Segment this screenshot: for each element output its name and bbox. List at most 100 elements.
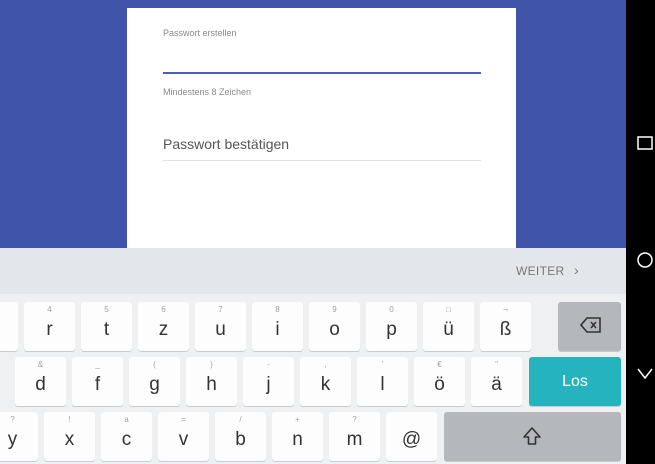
key-row1-4[interactable]: 7u — [195, 302, 246, 351]
key-hint: a — [124, 415, 129, 424]
key-hint: ? — [10, 415, 15, 424]
key-hint: & — [37, 360, 44, 369]
key-hint: 9 — [332, 305, 337, 314]
key-hint: ) — [210, 360, 213, 369]
key-row1-7[interactable]: 0p — [366, 302, 417, 351]
key-row2-2[interactable]: (g — [129, 357, 180, 406]
key-label: y — [7, 429, 18, 450]
key-label: ä — [491, 374, 502, 395]
key-label: x — [64, 429, 75, 450]
key-hint: = — [181, 415, 186, 424]
password-hint: Mindestens 8 Zeichen — [163, 87, 252, 97]
key-row2-1[interactable]: _ f — [72, 357, 123, 406]
key-label: k — [320, 374, 331, 395]
shift-icon — [523, 427, 541, 445]
key-hint: , — [324, 360, 327, 369]
key-label: o — [329, 319, 340, 340]
key-row2-3[interactable]: ) h — [186, 357, 237, 406]
home-icon[interactable] — [636, 251, 654, 269]
password-card: Passwort erstellen Mindestens 8 Zeichen … — [127, 8, 516, 248]
key-label: g — [149, 374, 160, 395]
key-label: ß — [499, 319, 512, 340]
key-label: i — [275, 319, 280, 340]
key-label: h — [206, 374, 217, 395]
key-label: d — [35, 374, 46, 395]
key-label: ö — [434, 374, 445, 395]
shift-key[interactable] — [444, 412, 621, 461]
key-hint: 8 — [275, 305, 280, 314]
backspace-icon — [580, 317, 601, 333]
keyboard: 3e4r5t6z7u8i9o0p□ü¬ß &d_f(g)h-j,k'l€ö"ä … — [0, 294, 626, 464]
enter-key[interactable]: Los — [529, 357, 621, 406]
key-hint: _ — [95, 360, 100, 369]
key-row1-8[interactable]: □ ü — [423, 302, 474, 351]
next-button[interactable]: WEITER — [516, 264, 564, 278]
key-hint: + — [295, 415, 300, 424]
key-label: n — [292, 429, 303, 450]
backspace-key[interactable] — [558, 302, 621, 351]
confirm-password-underline — [163, 160, 481, 161]
key-hint: 5 — [104, 305, 109, 314]
key-row3-6[interactable]: ? m — [329, 412, 380, 461]
key-hint: 4 — [47, 305, 52, 314]
key-row1-9[interactable]: ¬ ß — [480, 302, 531, 351]
key-hint: ! — [68, 415, 71, 424]
key-row1-6[interactable]: 9o — [309, 302, 360, 351]
key-row3-2[interactable]: ac — [101, 412, 152, 461]
create-password-input[interactable] — [163, 42, 481, 74]
key-hint: 6 — [161, 305, 166, 314]
key-hint: - — [267, 360, 270, 369]
key-row2-4[interactable]: -j — [243, 357, 294, 406]
key-hint: ¬ — [503, 305, 508, 314]
key-row3-4[interactable]: / b — [215, 412, 266, 461]
chevron-right-icon[interactable]: › — [574, 262, 579, 278]
key-row3-3[interactable]: = v — [158, 412, 209, 461]
recent-apps-icon[interactable] — [636, 134, 654, 152]
key-label: b — [235, 429, 246, 450]
key-row2-0[interactable]: & d — [15, 357, 66, 406]
key-label: l — [380, 374, 385, 395]
key-row3-5[interactable]: + n — [272, 412, 323, 461]
app-screen: Passwort erstellen Mindestens 8 Zeichen … — [0, 0, 626, 464]
key-label: m — [346, 429, 363, 450]
key-hint: € — [437, 360, 442, 369]
navigation-bar — [626, 0, 655, 464]
create-password-label: Passwort erstellen — [163, 28, 237, 38]
key-hint: / — [239, 415, 242, 424]
key-row2-6[interactable]: ' l — [357, 357, 408, 406]
key-hint: □ — [446, 305, 451, 314]
key-label: p — [386, 319, 397, 340]
key-label: t — [103, 319, 110, 340]
key-row1-3[interactable]: 6z — [138, 302, 189, 351]
key-row2-8[interactable]: " ä — [471, 357, 522, 406]
key-row3-0[interactable]: ? y — [0, 412, 38, 461]
key-hint: ? — [352, 415, 357, 424]
key-row2-5[interactable]: ,k — [300, 357, 351, 406]
key-label: f — [94, 374, 101, 395]
key-hint: 7 — [218, 305, 223, 314]
key-row1-0[interactable]: 3e — [0, 302, 18, 351]
suggestion-bar: WEITER › — [0, 248, 626, 294]
key-label: z — [158, 319, 169, 340]
key-hint: 3 — [0, 305, 18, 314]
key-label: r — [46, 319, 53, 340]
confirm-password-input[interactable]: Passwort bestätigen — [163, 136, 289, 152]
key-row3-7[interactable]: @ — [386, 412, 437, 461]
key-label: u — [215, 319, 226, 340]
key-hint: ' — [381, 360, 384, 369]
key-label: j — [266, 374, 271, 395]
key-hint: ( — [153, 360, 156, 369]
key-row1-5[interactable]: 8i — [252, 302, 303, 351]
key-label: e — [0, 319, 18, 341]
key-hint: " — [495, 360, 498, 369]
key-row2-7[interactable]: € ö — [414, 357, 465, 406]
back-icon[interactable] — [636, 364, 654, 382]
create-password-underline — [163, 72, 481, 74]
key-hint: 0 — [389, 305, 394, 314]
key-label: v — [178, 429, 189, 450]
key-label: c — [121, 429, 132, 450]
key-label: @ — [401, 429, 422, 450]
key-row3-1[interactable]: ! x — [44, 412, 95, 461]
key-row1-1[interactable]: 4r — [24, 302, 75, 351]
key-row1-2[interactable]: 5t — [81, 302, 132, 351]
